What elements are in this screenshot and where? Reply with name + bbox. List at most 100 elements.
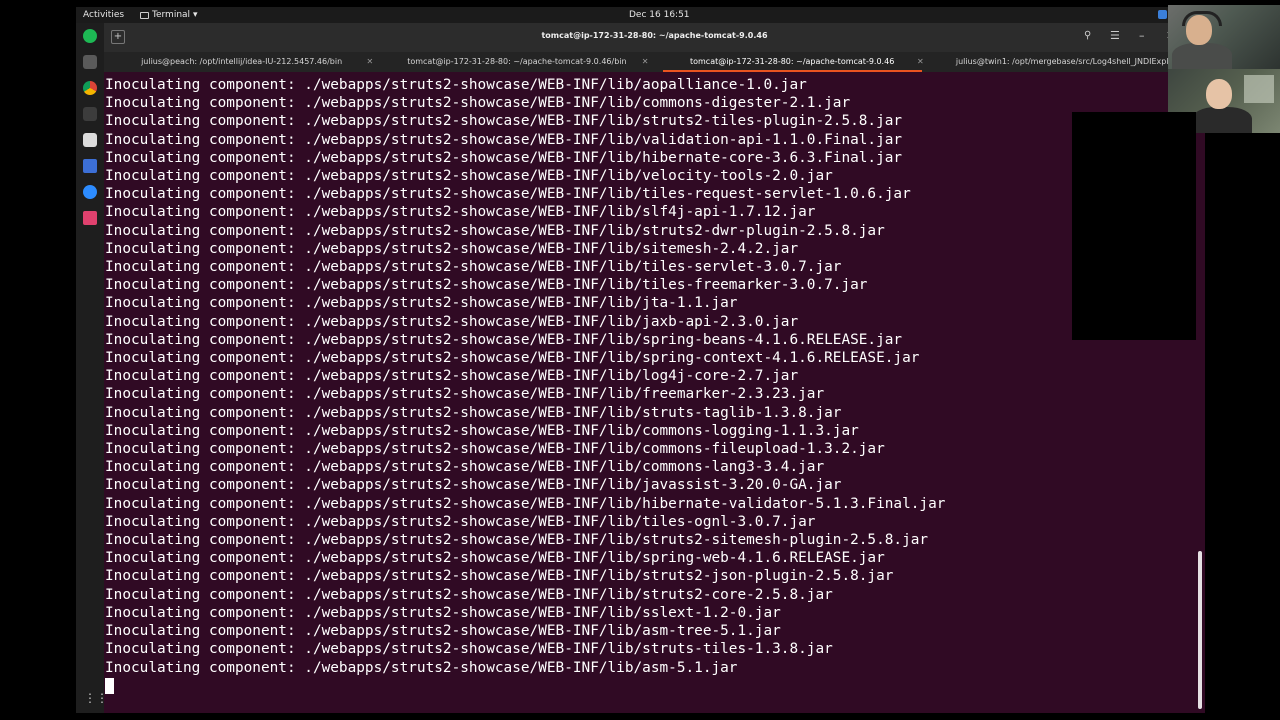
terminal-line: Inoculating component: ./webapps/struts2… bbox=[105, 94, 1195, 112]
tab-jndi-exploit[interactable]: julius@twin1: /opt/mergebase/src/Log4she… bbox=[930, 52, 1205, 72]
line-prefix: Inoculating component: bbox=[105, 659, 305, 676]
line-path: ./webapps/struts2-showcase/WEB-INF/lib/s… bbox=[304, 113, 903, 130]
chrome-icon[interactable] bbox=[83, 81, 97, 95]
terminal-line: Inoculating component: ./webapps/struts2… bbox=[105, 604, 1195, 622]
intellij-icon[interactable] bbox=[83, 211, 97, 225]
line-prefix: Inoculating component: bbox=[105, 331, 305, 348]
line-path: ./webapps/struts2-showcase/WEB-INF/lib/t… bbox=[304, 513, 816, 530]
tab-tomcat-bin[interactable]: tomcat@ip-172-31-28-80: ~/apache-tomcat-… bbox=[379, 52, 654, 72]
search-icon[interactable]: ⚲ bbox=[1084, 30, 1091, 41]
app-menu[interactable]: Terminal ▾ bbox=[140, 10, 198, 20]
terminal-output[interactable]: Inoculating component: ./webapps/struts2… bbox=[105, 76, 1195, 677]
line-path: ./webapps/struts2-showcase/WEB-INF/lib/s… bbox=[304, 550, 885, 567]
minimize-icon[interactable]: – bbox=[1139, 29, 1145, 42]
line-path: ./webapps/struts2-showcase/WEB-INF/lib/s… bbox=[304, 240, 799, 257]
person-silhouette bbox=[1172, 43, 1232, 69]
document-icon[interactable] bbox=[83, 159, 97, 173]
line-path: ./webapps/struts2-showcase/WEB-INF/lib/s… bbox=[304, 350, 920, 367]
line-path: ./webapps/struts2-showcase/WEB-INF/lib/s… bbox=[304, 222, 885, 239]
terminal-line: Inoculating component: ./webapps/struts2… bbox=[105, 185, 1195, 203]
line-path: ./webapps/struts2-showcase/WEB-INF/lib/v… bbox=[304, 168, 833, 185]
person-head bbox=[1206, 79, 1232, 109]
terminal-line: Inoculating component: ./webapps/struts2… bbox=[105, 404, 1195, 422]
line-path: ./webapps/struts2-showcase/WEB-INF/lib/s… bbox=[304, 404, 842, 421]
spotify-icon[interactable] bbox=[83, 29, 97, 43]
terminal-line: Inoculating component: ./webapps/struts2… bbox=[105, 640, 1195, 658]
files-icon[interactable] bbox=[83, 55, 97, 69]
line-prefix: Inoculating component: bbox=[105, 186, 305, 203]
line-prefix: Inoculating component: bbox=[105, 550, 305, 567]
line-path: ./webapps/struts2-showcase/WEB-INF/lib/s… bbox=[304, 532, 929, 549]
line-path: ./webapps/struts2-showcase/WEB-INF/lib/s… bbox=[304, 331, 903, 348]
top-bar: Activities Terminal ▾ Dec 16 16:51 ◔ ◂) bbox=[76, 7, 1205, 23]
tab-intellij[interactable]: julius@peach: /opt/intellij/idea-IU-212.… bbox=[104, 52, 379, 72]
tab-label: julius@peach: /opt/intellij/idea-IU-212.… bbox=[141, 57, 343, 66]
line-path: ./webapps/struts2-showcase/WEB-INF/lib/h… bbox=[304, 495, 946, 512]
terminal-line: Inoculating component: ./webapps/struts2… bbox=[105, 586, 1195, 604]
line-prefix: Inoculating component: bbox=[105, 168, 305, 185]
clock[interactable]: Dec 16 16:51 bbox=[629, 10, 690, 20]
close-icon[interactable]: ✕ bbox=[917, 52, 924, 72]
line-prefix: Inoculating component: bbox=[105, 623, 305, 640]
line-path: ./webapps/struts2-showcase/WEB-INF/lib/j… bbox=[304, 313, 799, 330]
line-prefix: Inoculating component: bbox=[105, 131, 305, 148]
terminal-line: Inoculating component: ./webapps/struts2… bbox=[105, 313, 1195, 331]
line-path: ./webapps/struts2-showcase/WEB-INF/lib/a… bbox=[304, 659, 738, 676]
terminal-line: Inoculating component: ./webapps/struts2… bbox=[105, 258, 1195, 276]
line-path: ./webapps/struts2-showcase/WEB-INF/lib/c… bbox=[304, 95, 851, 112]
terminal-line: Inoculating component: ./webapps/struts2… bbox=[105, 440, 1195, 458]
menu-icon[interactable]: ☰ bbox=[1110, 29, 1120, 42]
line-prefix: Inoculating component: bbox=[105, 441, 305, 458]
close-icon[interactable]: ✕ bbox=[367, 52, 374, 72]
line-path: ./webapps/struts2-showcase/WEB-INF/lib/s… bbox=[304, 568, 894, 585]
chevron-down-icon: ▾ bbox=[193, 10, 198, 20]
indicator-icon[interactable] bbox=[1158, 9, 1168, 19]
terminal-line: Inoculating component: ./webapps/struts2… bbox=[105, 622, 1195, 640]
line-path: ./webapps/struts2-showcase/WEB-INF/lib/s… bbox=[304, 204, 816, 221]
line-prefix: Inoculating component: bbox=[105, 240, 305, 257]
terminal-line: Inoculating component: ./webapps/struts2… bbox=[105, 112, 1195, 130]
line-prefix: Inoculating component: bbox=[105, 404, 305, 421]
tab-tomcat[interactable]: tomcat@ip-172-31-28-80: ~/apache-tomcat-… bbox=[655, 52, 930, 72]
terminal-line: Inoculating component: ./webapps/struts2… bbox=[105, 167, 1195, 185]
terminal-line: Inoculating component: ./webapps/struts2… bbox=[105, 349, 1195, 367]
terminal-line: Inoculating component: ./webapps/struts2… bbox=[105, 276, 1195, 294]
terminal-line: Inoculating component: ./webapps/struts2… bbox=[105, 149, 1195, 167]
line-path: ./webapps/struts2-showcase/WEB-INF/lib/j… bbox=[304, 477, 842, 494]
terminal-line: Inoculating component: ./webapps/struts2… bbox=[105, 513, 1195, 531]
zoom-icon[interactable] bbox=[83, 185, 97, 199]
terminal-line: Inoculating component: ./webapps/struts2… bbox=[105, 367, 1195, 385]
line-path: ./webapps/struts2-showcase/WEB-INF/lib/s… bbox=[304, 604, 781, 621]
line-prefix: Inoculating component: bbox=[105, 222, 305, 239]
terminal-line: Inoculating component: ./webapps/struts2… bbox=[105, 567, 1195, 585]
title-bar[interactable]: + tomcat@ip-172-31-28-80: ~/apache-tomca… bbox=[104, 23, 1205, 52]
line-prefix: Inoculating component: bbox=[105, 277, 305, 294]
app-menu-label: Terminal bbox=[152, 10, 191, 20]
terminal-line: Inoculating component: ./webapps/struts2… bbox=[105, 203, 1195, 221]
line-prefix: Inoculating component: bbox=[105, 513, 305, 530]
line-path: ./webapps/struts2-showcase/WEB-INF/lib/j… bbox=[304, 295, 738, 312]
terminal-icon bbox=[140, 11, 149, 19]
activities-button[interactable]: Activities bbox=[83, 10, 124, 20]
line-prefix: Inoculating component: bbox=[105, 459, 305, 476]
line-prefix: Inoculating component: bbox=[105, 641, 305, 658]
person-silhouette bbox=[1192, 107, 1252, 133]
terminal-line: Inoculating component: ./webapps/struts2… bbox=[105, 422, 1195, 440]
line-path: ./webapps/struts2-showcase/WEB-INF/lib/s… bbox=[304, 641, 833, 658]
background-shelf bbox=[1244, 75, 1274, 103]
terminal-line: Inoculating component: ./webapps/struts2… bbox=[105, 531, 1195, 549]
terminal-line: Inoculating component: ./webapps/struts2… bbox=[105, 240, 1195, 258]
window-title: tomcat@ip-172-31-28-80: ~/apache-tomcat-… bbox=[541, 31, 768, 40]
line-prefix: Inoculating component: bbox=[105, 149, 305, 166]
scrollbar[interactable] bbox=[1198, 551, 1202, 709]
line-path: ./webapps/struts2-showcase/WEB-INF/lib/h… bbox=[304, 149, 903, 166]
close-icon[interactable]: ✕ bbox=[642, 52, 649, 72]
terminal-window: + tomcat@ip-172-31-28-80: ~/apache-tomca… bbox=[104, 23, 1205, 713]
webcam-feed-1 bbox=[1168, 5, 1280, 69]
person-head bbox=[1182, 11, 1222, 45]
line-path: ./webapps/struts2-showcase/WEB-INF/lib/l… bbox=[304, 368, 799, 385]
text-editor-icon[interactable] bbox=[83, 133, 97, 147]
terminal-icon[interactable] bbox=[83, 107, 97, 121]
line-prefix: Inoculating component: bbox=[105, 477, 305, 494]
line-path: ./webapps/struts2-showcase/WEB-INF/lib/a… bbox=[304, 77, 807, 93]
